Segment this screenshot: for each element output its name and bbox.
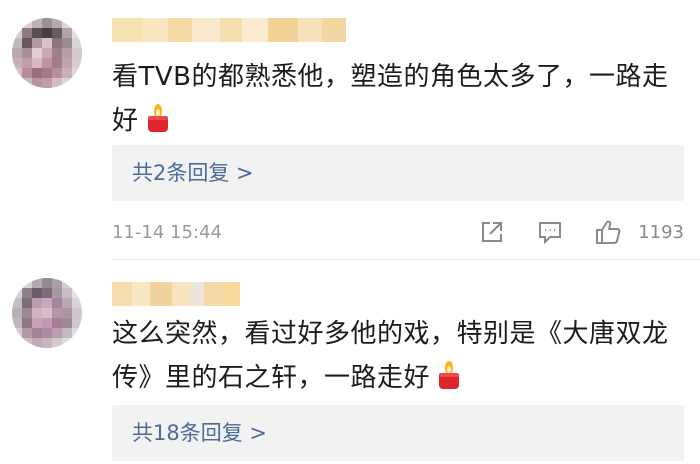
avatar[interactable] <box>12 18 82 88</box>
username-blurred[interactable] <box>112 18 346 42</box>
view-replies-link[interactable]: 共18条回复 > <box>132 405 267 461</box>
username-blurred[interactable] <box>112 282 240 306</box>
share-icon[interactable] <box>478 218 506 246</box>
comment-item: 这么突然，看过好多他的戏，特别是《大唐双龙传》里的石之轩，一路走好 共18条回复… <box>0 260 700 464</box>
comment-meta: 11-14 15:44 1193 <box>112 218 684 248</box>
timestamp: 11-14 15:44 <box>112 222 222 243</box>
comment-icon[interactable] <box>536 218 564 246</box>
replies-panel: 共18条回复 > <box>112 405 684 461</box>
replies-panel: 共2条回复 > <box>112 145 684 201</box>
comment-text: 这么突然，看过好多他的戏，特别是《大唐双龙传》里的石之轩，一路走好 <box>112 312 682 400</box>
like-icon[interactable] <box>594 218 622 246</box>
comment-item: 看TVB的都熟悉他，塑造的角色太多了，一路走好 共2条回复 > 11-14 15… <box>0 0 700 260</box>
comment-text-content: 这么突然，看过好多他的戏，特别是《大唐双龙传》里的石之轩，一路走好 <box>112 319 669 393</box>
avatar[interactable] <box>12 278 82 348</box>
comment-text-content: 看TVB的都熟悉他，塑造的角色太多了，一路走好 <box>112 62 669 136</box>
candle-icon <box>436 360 462 390</box>
candle-icon <box>145 103 171 133</box>
like-count: 1193 <box>638 222 684 243</box>
view-replies-link[interactable]: 共2条回复 > <box>132 145 254 201</box>
comment-text: 看TVB的都熟悉他，塑造的角色太多了，一路走好 <box>112 55 682 143</box>
